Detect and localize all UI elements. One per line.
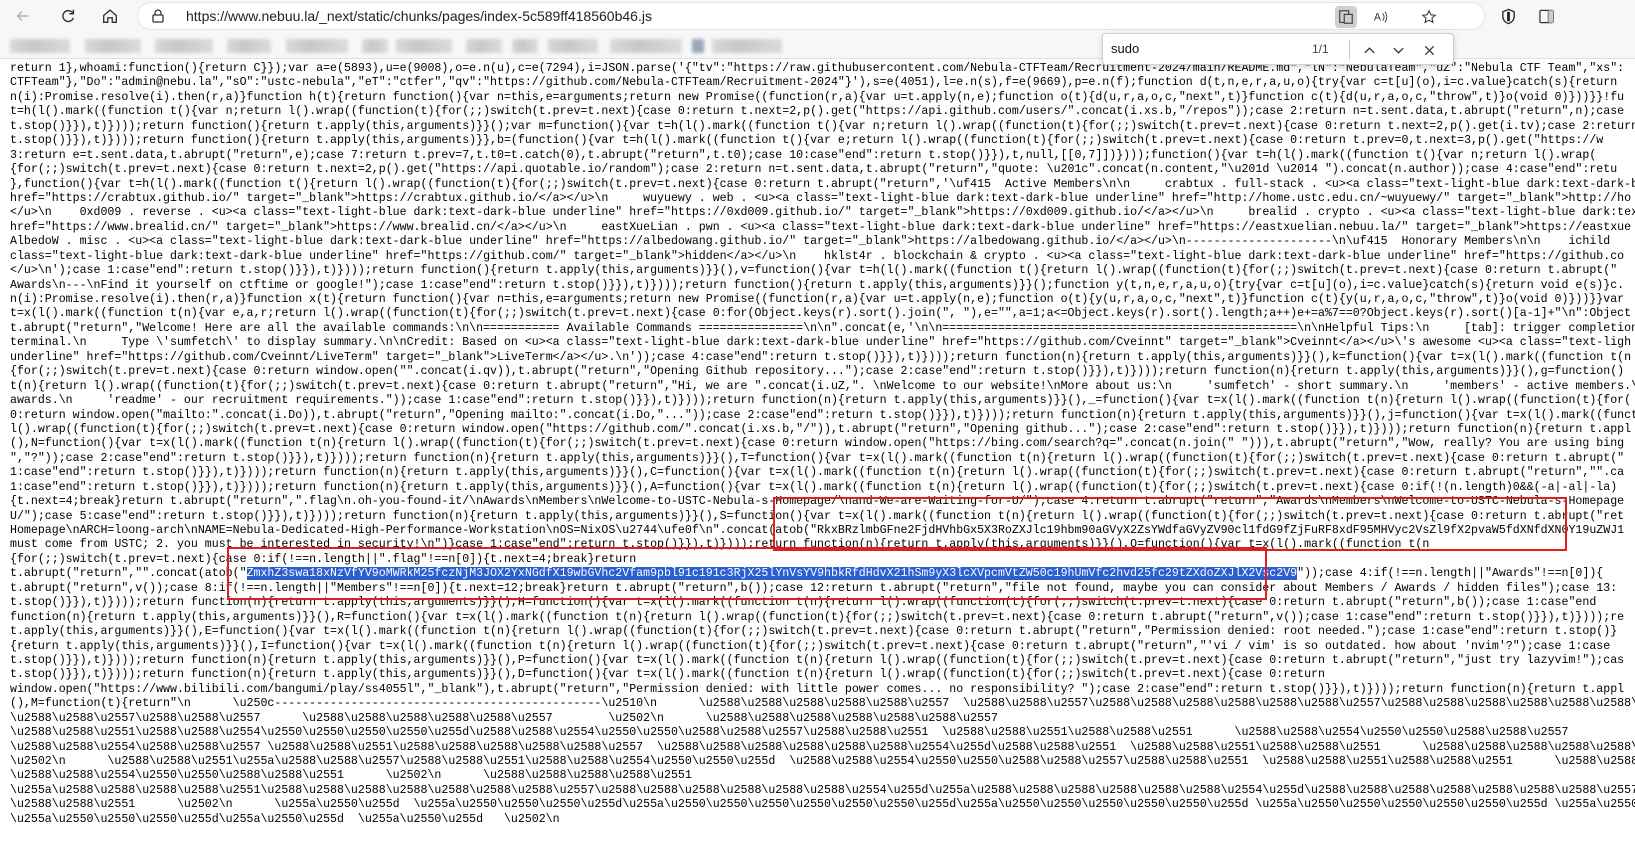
source-line: t.apply(this,arguments)}}(),E=function()… bbox=[10, 625, 1618, 639]
favorite-item[interactable] bbox=[362, 39, 388, 53]
close-find-icon[interactable] bbox=[1418, 39, 1440, 61]
favorite-item[interactable] bbox=[85, 39, 141, 53]
source-line: \u2588\u2588\u2554\u2588\u2588\u2557 \u2… bbox=[10, 740, 1635, 754]
source-line: {for(;;)switch(t.prev=t.next){case 0:ret… bbox=[10, 365, 1625, 379]
source-line: t(n){return l().wrap((function(t){for(;;… bbox=[10, 379, 1635, 393]
source-line: underline" href="https://github.com/Cvei… bbox=[10, 350, 1632, 364]
source-line: {for(;;)switch(t.prev=t.next){case 0:if(… bbox=[10, 552, 637, 566]
favorite-item[interactable] bbox=[712, 39, 782, 53]
home-icon[interactable] bbox=[97, 3, 123, 29]
sidebar-icon[interactable] bbox=[1535, 5, 1557, 27]
source-line: 1:case"end":return t.stop()}}),t)})));re… bbox=[10, 466, 1625, 480]
source-line: {t.next=4;break}return t.abrupt("return"… bbox=[10, 495, 1625, 509]
source-line: \u255a\u2550\u2550\u2550\u255d\u255a\u25… bbox=[10, 812, 560, 826]
favorite-item[interactable] bbox=[227, 39, 271, 53]
favorite-item[interactable] bbox=[692, 39, 704, 53]
source-line: (),M=function(t){return"\n \u250c-------… bbox=[10, 697, 1635, 711]
favorite-item[interactable] bbox=[466, 39, 502, 53]
source-line: class="text-light-blue dark:text-dark-bl… bbox=[10, 249, 1625, 263]
address-bar[interactable]: https://www.nebuu.la/_next/static/chunks… bbox=[137, 2, 1485, 30]
source-line: AlbedoW . misc . <u><a class="text-light… bbox=[10, 235, 1611, 249]
source-line: awards.\n 'readme' - our recruitment req… bbox=[10, 394, 1632, 408]
source-line: t.stop()}}),t)})));return function(){ret… bbox=[10, 134, 1604, 148]
read-aloud-icon[interactable]: A bbox=[1370, 6, 1392, 28]
source-line: t=x(l().mark((function t(n){var e,a,r;re… bbox=[10, 307, 1632, 321]
source-line: (),N=function(){var t=x(l().mark((functi… bbox=[10, 437, 1625, 451]
selected-base64-text[interactable]: ZmxhZ3swa18xNzVfYV9oMWRkM25fczNjM3JOX2Yx… bbox=[246, 567, 1298, 581]
source-line: \u255a\u2588\u2588\u2588\u2588\u2551\u25… bbox=[10, 783, 1635, 797]
source-line: href="https://crabtux.github.io/" target… bbox=[10, 191, 1632, 205]
source-line: },function(){var t=h(l().mark((function … bbox=[10, 177, 1635, 191]
source-line: window.open("https://www.bilibili.com/ba… bbox=[10, 682, 1625, 696]
source-line: \u2588\u2588\u2551 \u2502\n \u255a\u2550… bbox=[10, 798, 1635, 812]
source-line: t.abrupt("return","".concat(atob("ZmxhZ3… bbox=[10, 567, 1604, 581]
favorite-item[interactable] bbox=[155, 39, 213, 53]
source-line: t.abrupt("return","Welcome! Here are all… bbox=[10, 321, 1635, 335]
source-line: {for(;;)switch(t.prev=t.next){case 0:ret… bbox=[10, 163, 1618, 177]
reader-mode-icon[interactable] bbox=[1335, 6, 1357, 28]
source-line: t.stop()}}),t)})));return function(){ret… bbox=[10, 119, 1635, 133]
find-match-count: 1/1 bbox=[1312, 42, 1329, 56]
source-line: Awards\n---\nFind it yourself on ctftime… bbox=[10, 278, 1625, 292]
source-line: 3:return e=t.sent.data,t.abrupt("return"… bbox=[10, 148, 1597, 162]
browser-toolbar: https://www.nebuu.la/_next/static/chunks… bbox=[0, 0, 1635, 32]
favorite-icon[interactable] bbox=[1418, 6, 1440, 28]
lock-icon[interactable] bbox=[150, 8, 166, 24]
page-source-code: return 1},whoami:function(){return C}});… bbox=[10, 62, 1635, 860]
refresh-icon[interactable] bbox=[55, 3, 81, 29]
source-line: </u>\n');case 1:case"end":return t.stop(… bbox=[10, 264, 1618, 278]
favorite-item[interactable] bbox=[512, 39, 538, 53]
source-line: t.stop()}}),t)})));return function(n){re… bbox=[10, 653, 1625, 667]
source-line: t.abrupt("return",v());case 8:if(!==n.le… bbox=[10, 581, 1618, 595]
source-line: l().wrap((function(t){for(;;)switch(t.pr… bbox=[10, 422, 1632, 436]
source-line: 0:return window.open("mailto:".concat(i.… bbox=[10, 408, 1635, 422]
source-line: n(i):Promise.resolve(i).then(r,a)}functi… bbox=[10, 293, 1625, 306]
source-line: {return t.apply(this,arguments)}}(),I=fu… bbox=[10, 639, 1611, 653]
url-text[interactable]: https://www.nebuu.la/_next/static/chunks… bbox=[186, 8, 652, 24]
source-line: ","?"));case 2:case"end":return t.stop()… bbox=[10, 451, 1625, 465]
find-input[interactable]: sudo bbox=[1111, 41, 1139, 56]
favorite-item[interactable] bbox=[548, 39, 598, 53]
find-bar: sudo 1/1 bbox=[1102, 33, 1454, 65]
next-match-icon[interactable] bbox=[1387, 39, 1409, 61]
svg-text:A: A bbox=[1374, 12, 1382, 24]
source-line: t.stop()}}),t)})));return function(n){re… bbox=[10, 668, 1325, 682]
source-line: \u2588\u2588\u2557\u2588\u2588\u2557 \u2… bbox=[10, 711, 998, 725]
source-line: n(i):Promise.resolve(i).then(r,a)}functi… bbox=[10, 90, 1625, 104]
source-line: U/");case 5:case"end":return t.stop()}})… bbox=[10, 509, 1625, 523]
favorite-item[interactable] bbox=[610, 39, 682, 53]
previous-match-icon[interactable] bbox=[1358, 39, 1380, 61]
source-line: CTFTeam"},"Do":"admin@nebu.la","sO":"ust… bbox=[10, 76, 1618, 90]
favorite-item[interactable] bbox=[10, 39, 70, 53]
source-line: href="https://www.brealid.cn/" target="_… bbox=[10, 220, 1632, 234]
source-line: 1:case"end":return t.stop()}}),t)})));re… bbox=[10, 480, 1618, 494]
back-icon[interactable] bbox=[10, 3, 36, 29]
favorite-item[interactable] bbox=[396, 39, 452, 53]
source-line: terminal.\n Type \'sumfetch\' to display… bbox=[10, 336, 1632, 350]
shield-extension-icon[interactable] bbox=[1497, 5, 1519, 27]
source-line: function(n){return t.apply(this,argument… bbox=[10, 610, 1625, 624]
source-line: </u>\n 0xd009 . reverse . <u><a class="t… bbox=[10, 206, 1635, 220]
source-line: \u2588\u2588\u2554\u2550\u2550\u2588\u25… bbox=[10, 769, 692, 783]
source-line: \u2588\u2588\u2551\u2588\u2588\u2554\u25… bbox=[10, 726, 1569, 740]
find-divider bbox=[1349, 40, 1350, 60]
source-line: Homepage\nARCH=loong-arch\nNAME=Nebula-D… bbox=[10, 524, 1625, 537]
source-line: t=h(l().mark((function t(){var n;return … bbox=[10, 105, 1625, 119]
source-line: must come from USTC; 2. you must be inte… bbox=[10, 538, 1430, 552]
source-line: t.stop()}}),t)})));return function(n){re… bbox=[10, 596, 1597, 610]
favorite-item[interactable] bbox=[286, 39, 348, 53]
source-line: \u2502\n \u2588\u2588\u2551\u255a\u2588\… bbox=[10, 755, 1635, 768]
